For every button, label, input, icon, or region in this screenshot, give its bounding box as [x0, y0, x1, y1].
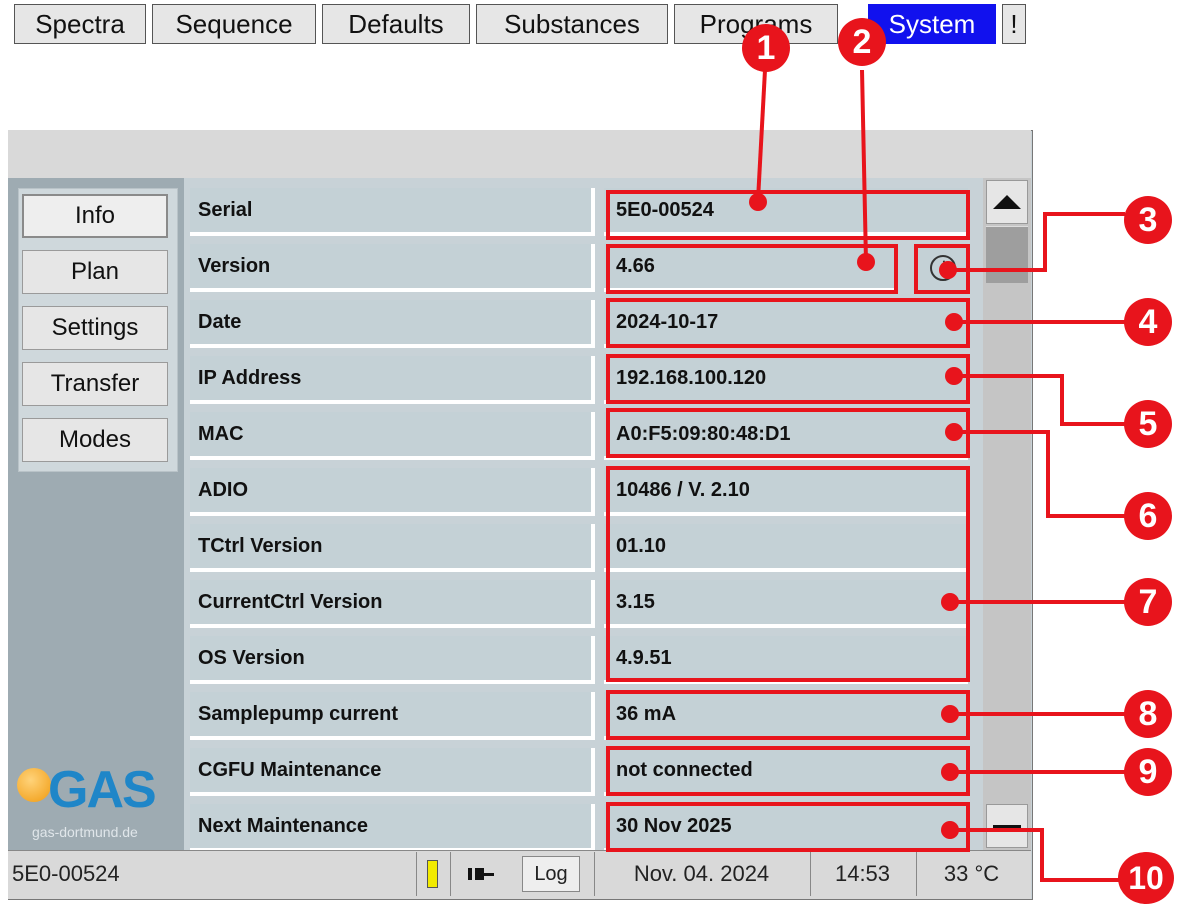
callout-5: 5	[1124, 400, 1172, 448]
callout-6: 6	[1124, 492, 1172, 540]
callout-2: 2	[838, 18, 886, 66]
callout-4: 4	[1124, 298, 1172, 346]
callout-9: 9	[1124, 748, 1172, 796]
callout-7: 7	[1124, 578, 1172, 626]
callout-1: 1	[742, 24, 790, 72]
callout-8: 8	[1124, 690, 1172, 738]
callout-3: 3	[1124, 196, 1172, 244]
callout-leader-lines	[749, 69, 1125, 882]
callout-10: 10	[1118, 852, 1174, 904]
